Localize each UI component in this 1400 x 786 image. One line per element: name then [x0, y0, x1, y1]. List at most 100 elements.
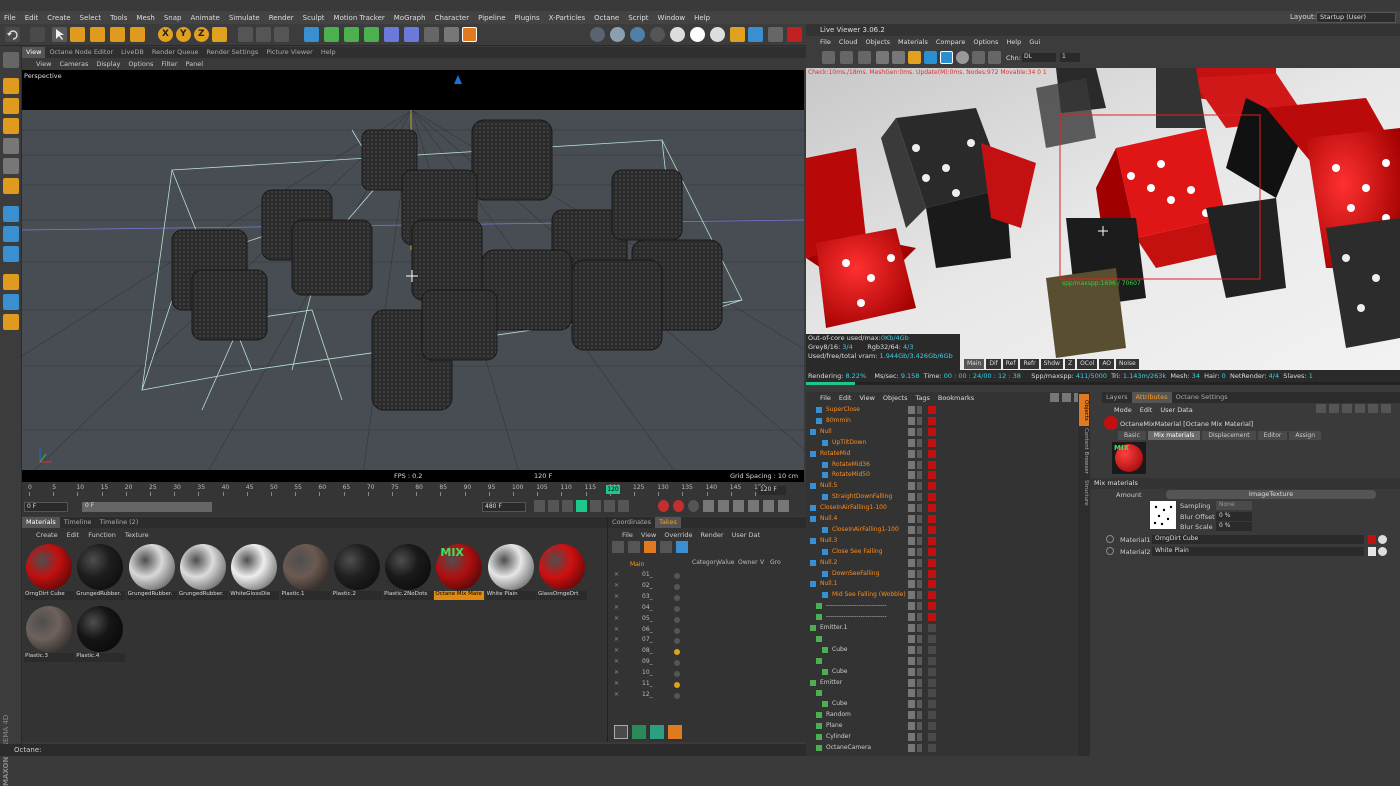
- position-key-icon[interactable]: [703, 500, 714, 512]
- object-visibility-icon[interactable]: [908, 536, 915, 545]
- lv-region-render-icon[interactable]: [940, 51, 953, 64]
- attr-new-icon[interactable]: [1381, 404, 1391, 413]
- object-row[interactable]: Null.1: [806, 579, 1090, 590]
- object-visibility-icon[interactable]: [908, 711, 915, 720]
- takes-camera-icon[interactable]: [676, 541, 688, 553]
- enable-axis-icon[interactable]: [3, 206, 19, 222]
- material-menu-create[interactable]: Create: [36, 531, 58, 539]
- tab-octane-node-editor[interactable]: Octane Node Editor: [45, 47, 117, 58]
- material-tab-timeline[interactable]: Timeline: [60, 517, 96, 528]
- render-settings-icon[interactable]: [274, 27, 289, 42]
- menu-pipeline[interactable]: Pipeline: [478, 14, 505, 22]
- next-key-icon[interactable]: [604, 500, 615, 512]
- viewport-menu-cameras[interactable]: Cameras: [59, 60, 88, 68]
- octane-scatter-icon[interactable]: [748, 27, 763, 42]
- object-visibility-icon[interactable]: [908, 460, 915, 469]
- lv-menu-objects[interactable]: Objects: [865, 38, 890, 46]
- object-visibility-icon[interactable]: [908, 438, 915, 447]
- object-row[interactable]: CloseInAirFalling1-100: [806, 525, 1090, 536]
- parameter-key-icon[interactable]: [748, 500, 759, 512]
- object-tag-icon[interactable]: [928, 525, 936, 534]
- object-visibility-icon[interactable]: [908, 493, 915, 502]
- object-visibility-icon[interactable]: [908, 580, 915, 589]
- attr-search-icon[interactable]: [1355, 404, 1365, 413]
- goto-start-icon[interactable]: [534, 500, 545, 512]
- object-tag-icon[interactable]: [928, 416, 936, 425]
- takes-menu-override[interactable]: Override: [664, 531, 692, 539]
- object-enable-icon[interactable]: [917, 536, 922, 545]
- polygons-mode-icon[interactable]: [3, 178, 19, 194]
- menu-octane[interactable]: Octane: [594, 14, 619, 22]
- menu-motion-tracker[interactable]: Motion Tracker: [334, 14, 385, 22]
- takes-tab-takes[interactable]: Takes: [655, 517, 681, 528]
- menu-x-particles[interactable]: X-Particles: [549, 14, 585, 22]
- take-row[interactable]: 07_ ✕: [612, 636, 692, 647]
- attr-subtab-displacement[interactable]: Displacement: [1202, 431, 1256, 440]
- new-take-icon[interactable]: [614, 725, 628, 739]
- texture-mode-icon[interactable]: [3, 98, 19, 114]
- pla-key-icon[interactable]: [763, 500, 774, 512]
- om-menu-edit[interactable]: Edit: [839, 394, 852, 402]
- attr-menu-mode[interactable]: Mode: [1114, 406, 1132, 414]
- take-row[interactable]: 11_ ✕: [612, 680, 692, 691]
- take-delete-icon[interactable]: [668, 725, 682, 739]
- object-visibility-icon[interactable]: [908, 743, 915, 752]
- lv-pin-icon[interactable]: [972, 51, 985, 64]
- material-swatch[interactable]: White Plain: [485, 542, 536, 602]
- material-tab-materials[interactable]: Materials: [22, 517, 60, 528]
- object-enable-icon[interactable]: [917, 613, 922, 622]
- menu-snap[interactable]: Snap: [164, 14, 182, 22]
- material-swatch[interactable]: Plastic.2: [331, 542, 382, 602]
- object-visibility-icon[interactable]: [908, 406, 915, 414]
- axis-z-icon[interactable]: Z: [194, 27, 209, 42]
- render-picture-viewer-icon[interactable]: [256, 27, 271, 42]
- material-tab-timeline-2[interactable]: Timeline (2): [95, 517, 142, 528]
- object-visibility-icon[interactable]: [908, 591, 915, 600]
- takes-override-icon[interactable]: [612, 541, 624, 553]
- material2-anim-icon[interactable]: [1106, 547, 1114, 555]
- pass-shdw[interactable]: Shdw: [1040, 359, 1063, 369]
- attr-tab-octane-settings[interactable]: Octane Settings: [1172, 392, 1232, 403]
- material2-link-icon[interactable]: [1378, 547, 1387, 556]
- object-tag-icon[interactable]: [928, 722, 936, 731]
- object-row[interactable]: Emitter.1: [806, 623, 1090, 634]
- om-menu-objects[interactable]: Objects: [883, 394, 908, 402]
- object-enable-icon[interactable]: [917, 416, 922, 425]
- object-row[interactable]: Cube: [806, 667, 1090, 678]
- object-tag-icon[interactable]: [928, 624, 936, 632]
- object-enable-icon[interactable]: [917, 711, 922, 720]
- subdivision-icon[interactable]: [344, 27, 359, 42]
- attr-subtab-basic[interactable]: Basic: [1118, 431, 1146, 440]
- object-tag-icon[interactable]: [928, 733, 936, 741]
- menu-plugins[interactable]: Plugins: [515, 14, 540, 22]
- object-tag-icon[interactable]: [928, 482, 936, 491]
- object-tag-icon[interactable]: [928, 580, 936, 589]
- environment-icon[interactable]: [404, 27, 419, 42]
- recent-tool-icon[interactable]: [130, 27, 145, 42]
- object-visibility-icon[interactable]: [908, 722, 915, 731]
- viewport-menu-panel[interactable]: Panel: [186, 60, 204, 68]
- octane-sphere-icon-6[interactable]: [690, 27, 705, 42]
- sampling-select[interactable]: None: [1216, 501, 1252, 510]
- menu-render[interactable]: Render: [269, 14, 294, 22]
- object-tag-icon[interactable]: [928, 667, 936, 676]
- render-view-icon[interactable]: [238, 27, 253, 42]
- mograph-cloner-icon[interactable]: [364, 27, 379, 42]
- pass-ocol[interactable]: OCol: [1077, 359, 1098, 369]
- takes-tab-coordinates[interactable]: Coordinates: [608, 517, 655, 528]
- object-tag-icon[interactable]: [928, 700, 936, 709]
- menu-script[interactable]: Script: [628, 14, 648, 22]
- lv-focus-icon[interactable]: [924, 51, 937, 64]
- object-visibility-icon[interactable]: [908, 482, 915, 491]
- object-visibility-icon[interactable]: [908, 449, 915, 458]
- object-visibility-icon[interactable]: [908, 624, 915, 632]
- snap-icon[interactable]: [3, 246, 19, 262]
- object-row[interactable]: Null.4: [806, 514, 1090, 525]
- object-row[interactable]: Null.3: [806, 536, 1090, 547]
- octane-sphere-icon-1[interactable]: [590, 27, 605, 42]
- viewport-menu-display[interactable]: Display: [96, 60, 120, 68]
- object-tag-icon[interactable]: [928, 515, 936, 523]
- lv-pause-icon[interactable]: [858, 51, 871, 64]
- play-icon[interactable]: [576, 500, 587, 512]
- takes-marker-icon[interactable]: [660, 541, 672, 553]
